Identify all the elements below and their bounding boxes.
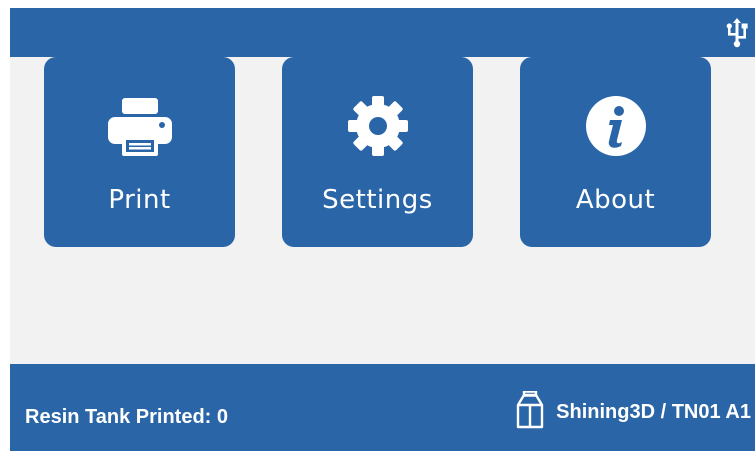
- about-button[interactable]: About: [520, 57, 711, 247]
- device-model-label: Shining3D / TN01 A1: [556, 400, 751, 423]
- settings-label: Settings: [322, 185, 433, 215]
- gear-icon: [343, 91, 413, 161]
- printer-home-screen: Print Settings About Resin Tank Printed:…: [0, 0, 755, 451]
- resin-bottle-icon: [514, 390, 546, 433]
- settings-button[interactable]: Settings: [282, 57, 473, 247]
- info-icon: [581, 91, 651, 161]
- print-button[interactable]: Print: [44, 57, 235, 247]
- resin-tank-status: Resin Tank Printed: 0: [25, 406, 229, 428]
- about-label: About: [575, 185, 656, 215]
- print-label: Print: [108, 185, 171, 215]
- top-status-bar: [10, 8, 755, 57]
- bottom-status-bar: Resin Tank Printed: 0 Shining3D / TN01 A…: [10, 364, 755, 451]
- device-info: Shining3D / TN01 A1: [514, 390, 751, 433]
- usb-icon: [725, 18, 749, 48]
- printer-icon: [105, 91, 175, 161]
